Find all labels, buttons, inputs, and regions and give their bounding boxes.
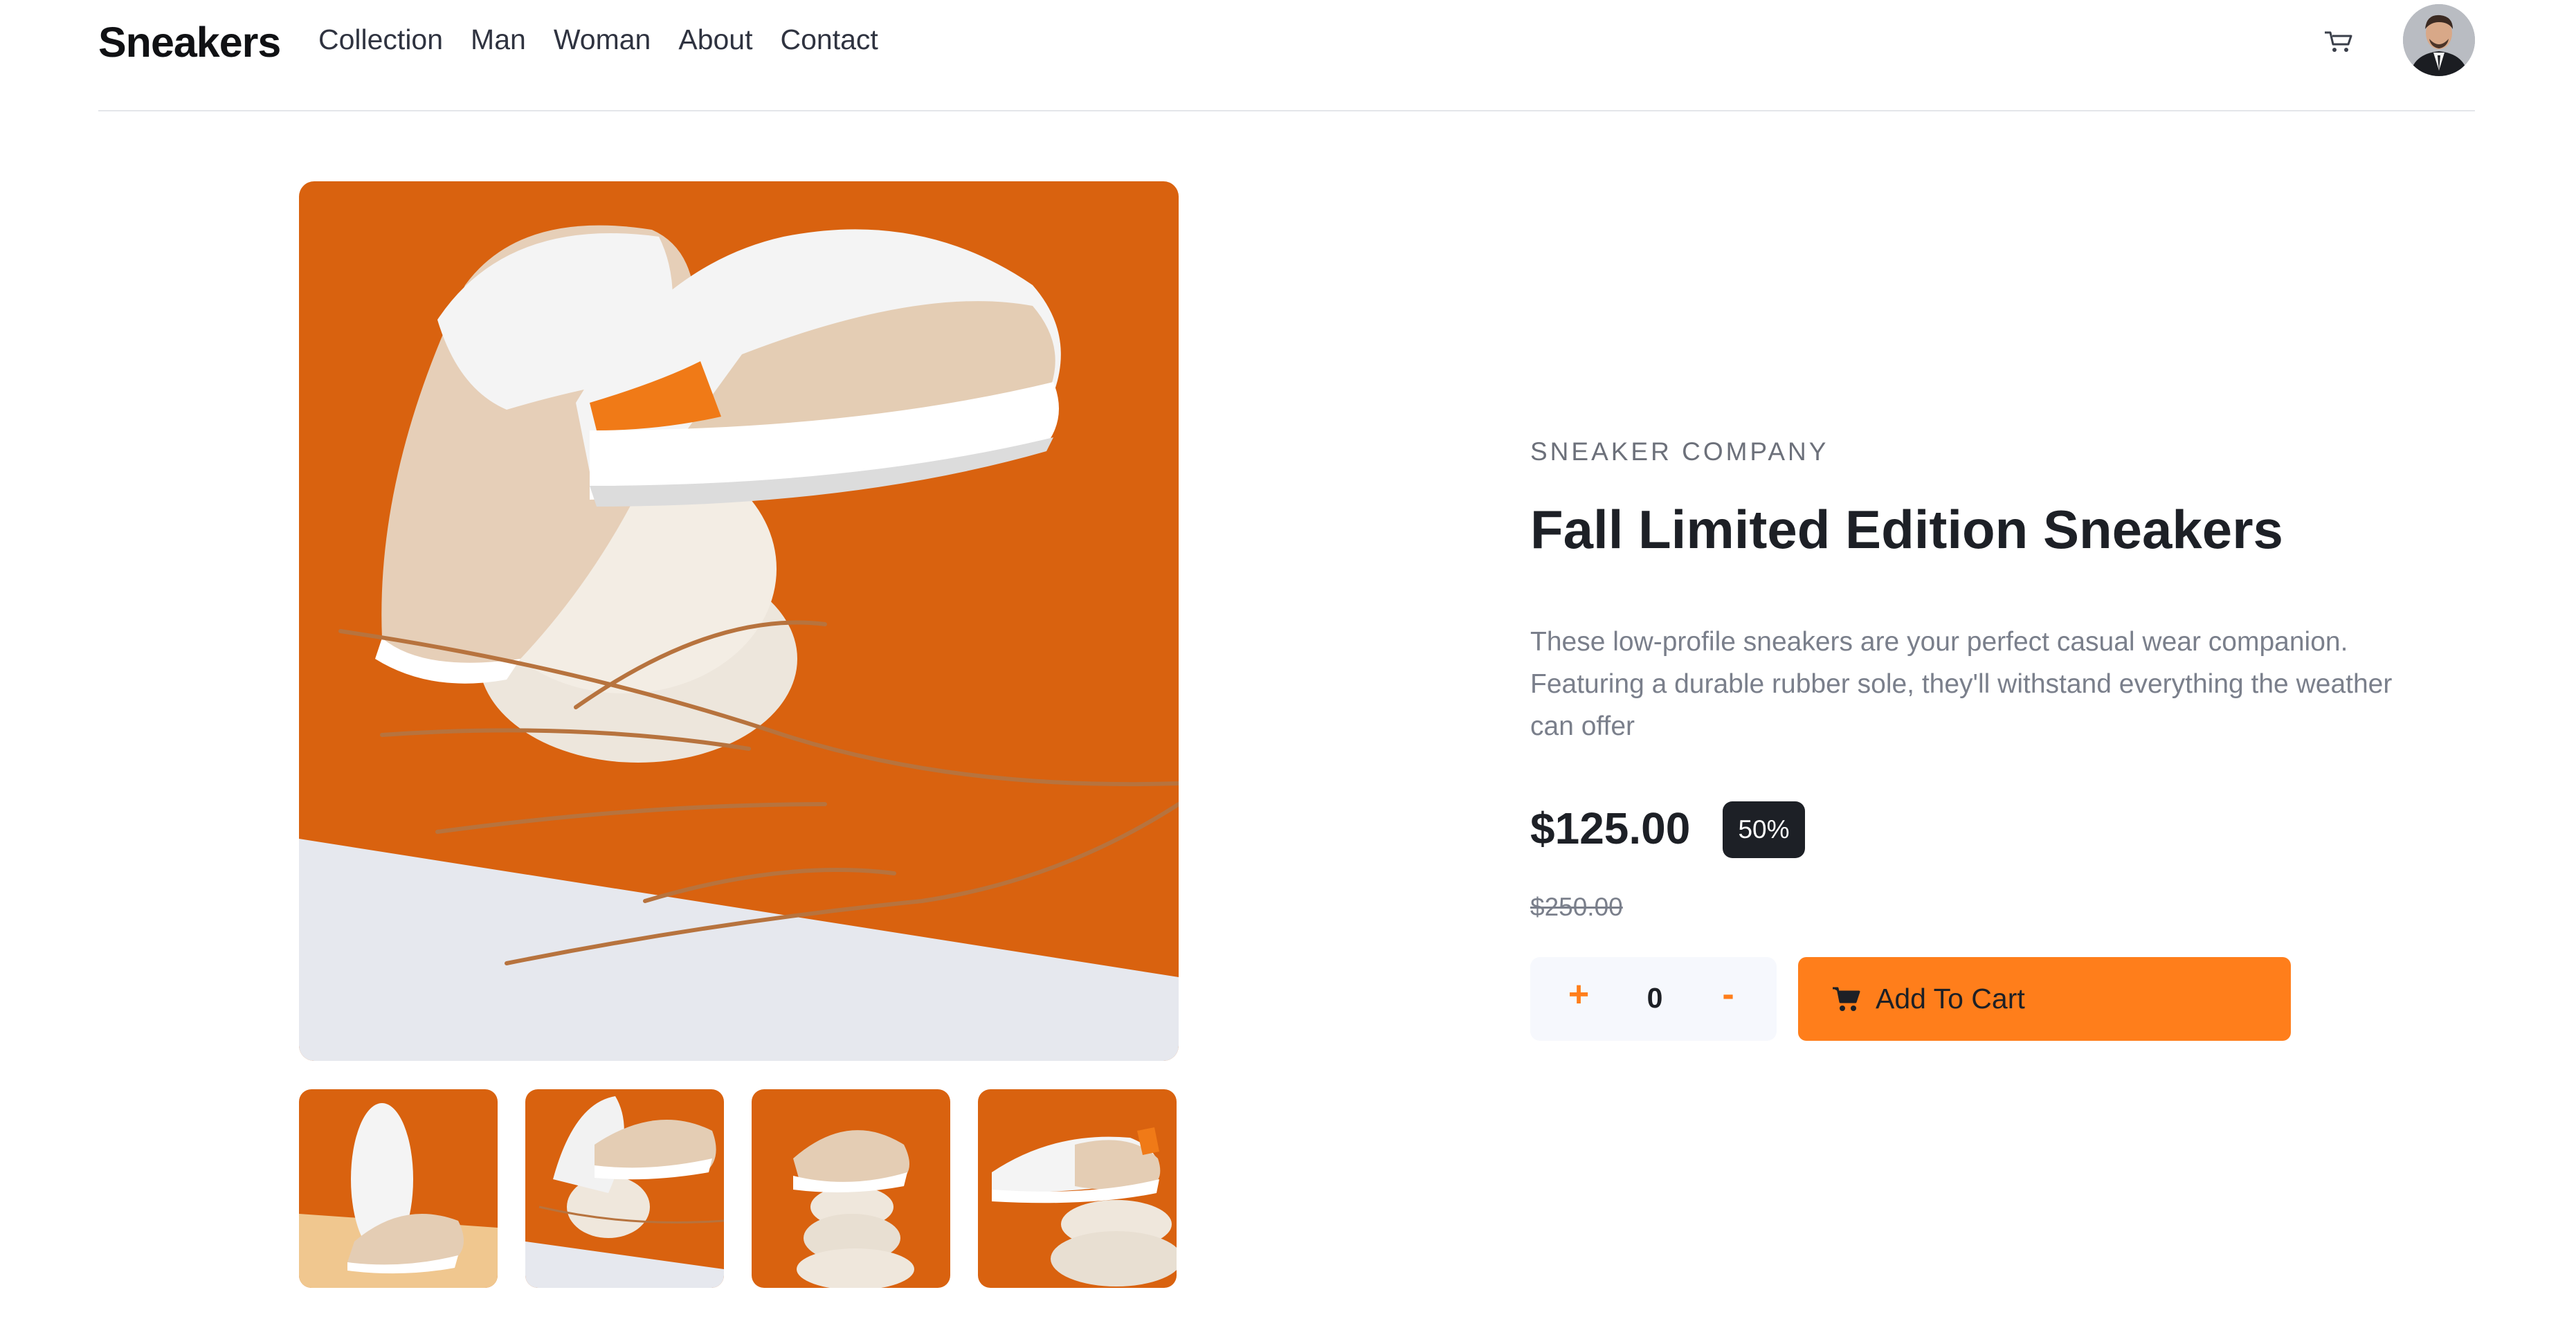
nav-collection[interactable]: Collection (318, 24, 443, 56)
nav-woman[interactable]: Woman (554, 24, 651, 56)
cart-icon (1833, 987, 1860, 1012)
decrement-button[interactable]: - (1707, 974, 1749, 1022)
thumbnail-2[interactable] (525, 1089, 724, 1288)
original-price: $250.00 (1530, 893, 1623, 921)
quantity-stepper: + 0 - (1530, 957, 1777, 1041)
quantity-value: 0 (1647, 982, 1663, 1014)
nav-about[interactable]: About (678, 24, 752, 56)
thumbnail-3[interactable] (752, 1089, 950, 1288)
add-to-cart-label: Add To Cart (1876, 983, 2025, 1015)
increment-button[interactable]: + (1558, 974, 1599, 1022)
cart-icon[interactable] (2323, 30, 2354, 53)
current-price: $125.00 (1530, 803, 1691, 853)
product-description: These low-profile sneakers are your perf… (1530, 627, 2393, 741)
discount-badge: 50% (1723, 801, 1805, 858)
nav-contact[interactable]: Contact (781, 24, 878, 56)
thumbnail-1[interactable] (299, 1089, 498, 1288)
thumbnail-4[interactable] (978, 1089, 1177, 1288)
main-nav: Collection Man Woman About Contact (318, 24, 906, 56)
main-product-image[interactable] (299, 181, 1179, 1061)
nav-man[interactable]: Man (471, 24, 526, 56)
user-avatar[interactable] (2403, 4, 2475, 76)
company-name: SNEAKER COMPANY (1530, 437, 1829, 466)
add-to-cart-button[interactable]: Add To Cart (1798, 957, 2291, 1041)
logo[interactable]: Sneakers (98, 18, 281, 66)
product-title: Fall Limited Edition Sneakers (1530, 499, 2283, 560)
site-header: Sneakers Collection Man Woman About Cont… (98, 0, 2475, 111)
